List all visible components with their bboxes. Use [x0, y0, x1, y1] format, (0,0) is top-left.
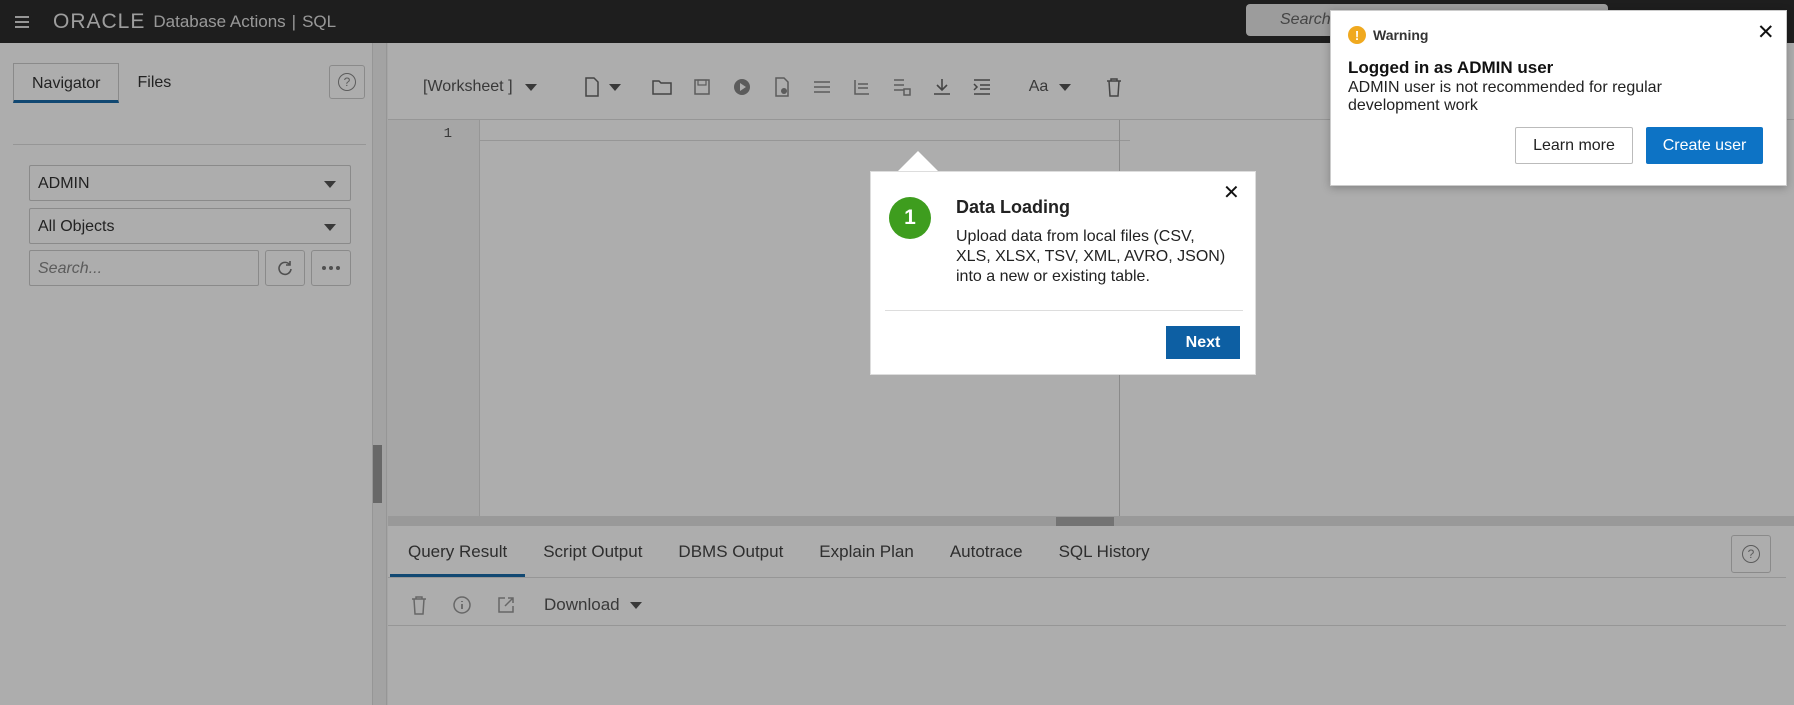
learn-more-button[interactable]: Learn more — [1515, 127, 1633, 164]
divider — [885, 310, 1243, 311]
create-user-button[interactable]: Create user — [1646, 127, 1763, 164]
warning-notification: ! Warning ✕ Logged in as ADMIN user ADMI… — [1330, 10, 1787, 186]
tour-description: Upload data from local files (CSV, XLS, … — [956, 228, 1226, 285]
warning-message: ADMIN user is not recommended for regula… — [1348, 79, 1662, 114]
warning-heading: Logged in as ADMIN user — [1348, 58, 1554, 77]
tour-popup: 1 Data Loading Upload data from local fi… — [870, 171, 1256, 375]
close-icon[interactable]: ✕ — [1757, 22, 1775, 43]
next-button[interactable]: Next — [1166, 326, 1240, 359]
tour-pointer — [898, 151, 938, 171]
warning-icon: ! — [1348, 26, 1366, 44]
step-badge: 1 — [889, 197, 931, 239]
warning-label: Warning — [1373, 27, 1429, 43]
tour-title: Data Loading — [956, 197, 1071, 217]
close-icon[interactable]: ✕ — [1223, 183, 1240, 203]
